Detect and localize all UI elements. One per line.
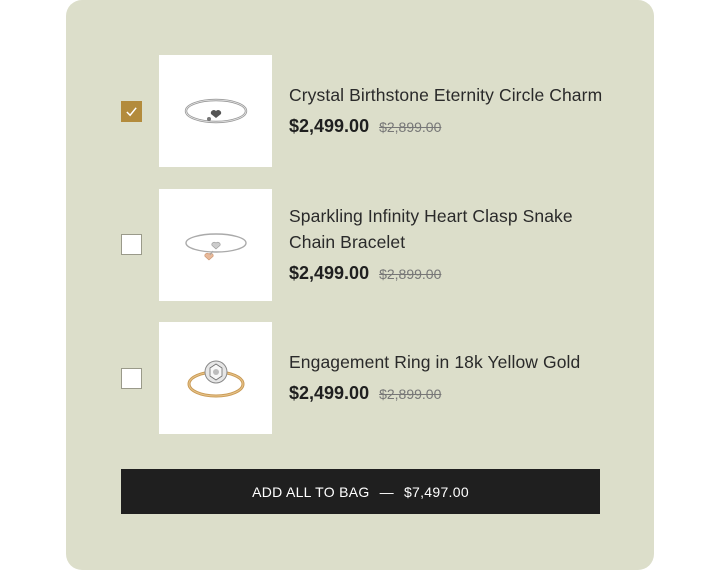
product-image[interactable]: [159, 55, 272, 167]
button-separator: —: [379, 483, 394, 500]
bangle-bracelet-icon: [184, 98, 247, 124]
bundle-total: $7,497.00: [403, 483, 469, 500]
add-all-label: ADD ALL TO BAG: [252, 483, 370, 500]
item-checkbox[interactable]: [121, 234, 142, 255]
bundle-item: Engagement Ring in 18k Yellow Gold $2,49…: [66, 322, 654, 434]
product-image[interactable]: [159, 322, 272, 434]
heart-bracelet-icon: [184, 233, 247, 261]
price-row: $2,499.00 $2,899.00: [289, 263, 609, 284]
product-image[interactable]: [159, 189, 272, 301]
sale-price: $2,499.00: [289, 116, 370, 136]
price-row: $2,499.00 $2,899.00: [289, 116, 609, 137]
product-title[interactable]: Crystal Birthstone Eternity Circle Charm: [289, 82, 609, 108]
sale-price: $2,499.00: [289, 383, 370, 403]
add-all-to-bag-button[interactable]: ADD ALL TO BAG — $7,497.00: [121, 469, 600, 514]
checkmark-icon: [126, 107, 137, 117]
product-info: Engagement Ring in 18k Yellow Gold $2,49…: [289, 349, 609, 404]
product-info: Sparkling Infinity Heart Clasp Snake Cha…: [289, 203, 609, 284]
bundle-item: Crystal Birthstone Eternity Circle Charm…: [66, 55, 654, 167]
compare-price: $2,899.00: [379, 266, 442, 282]
product-title[interactable]: Sparkling Infinity Heart Clasp Snake Cha…: [289, 203, 609, 255]
item-checkbox-checked[interactable]: [121, 101, 142, 122]
compare-price: $2,899.00: [379, 119, 442, 135]
product-info: Crystal Birthstone Eternity Circle Charm…: [289, 82, 609, 137]
bundle-panel: Crystal Birthstone Eternity Circle Charm…: [66, 0, 654, 570]
compare-price: $2,899.00: [379, 386, 442, 402]
ring-icon: [187, 360, 244, 398]
sale-price: $2,499.00: [289, 263, 370, 283]
item-checkbox[interactable]: [121, 368, 142, 389]
bundle-item: Sparkling Infinity Heart Clasp Snake Cha…: [66, 189, 654, 301]
price-row: $2,499.00 $2,899.00: [289, 383, 609, 404]
product-title[interactable]: Engagement Ring in 18k Yellow Gold: [289, 349, 609, 375]
